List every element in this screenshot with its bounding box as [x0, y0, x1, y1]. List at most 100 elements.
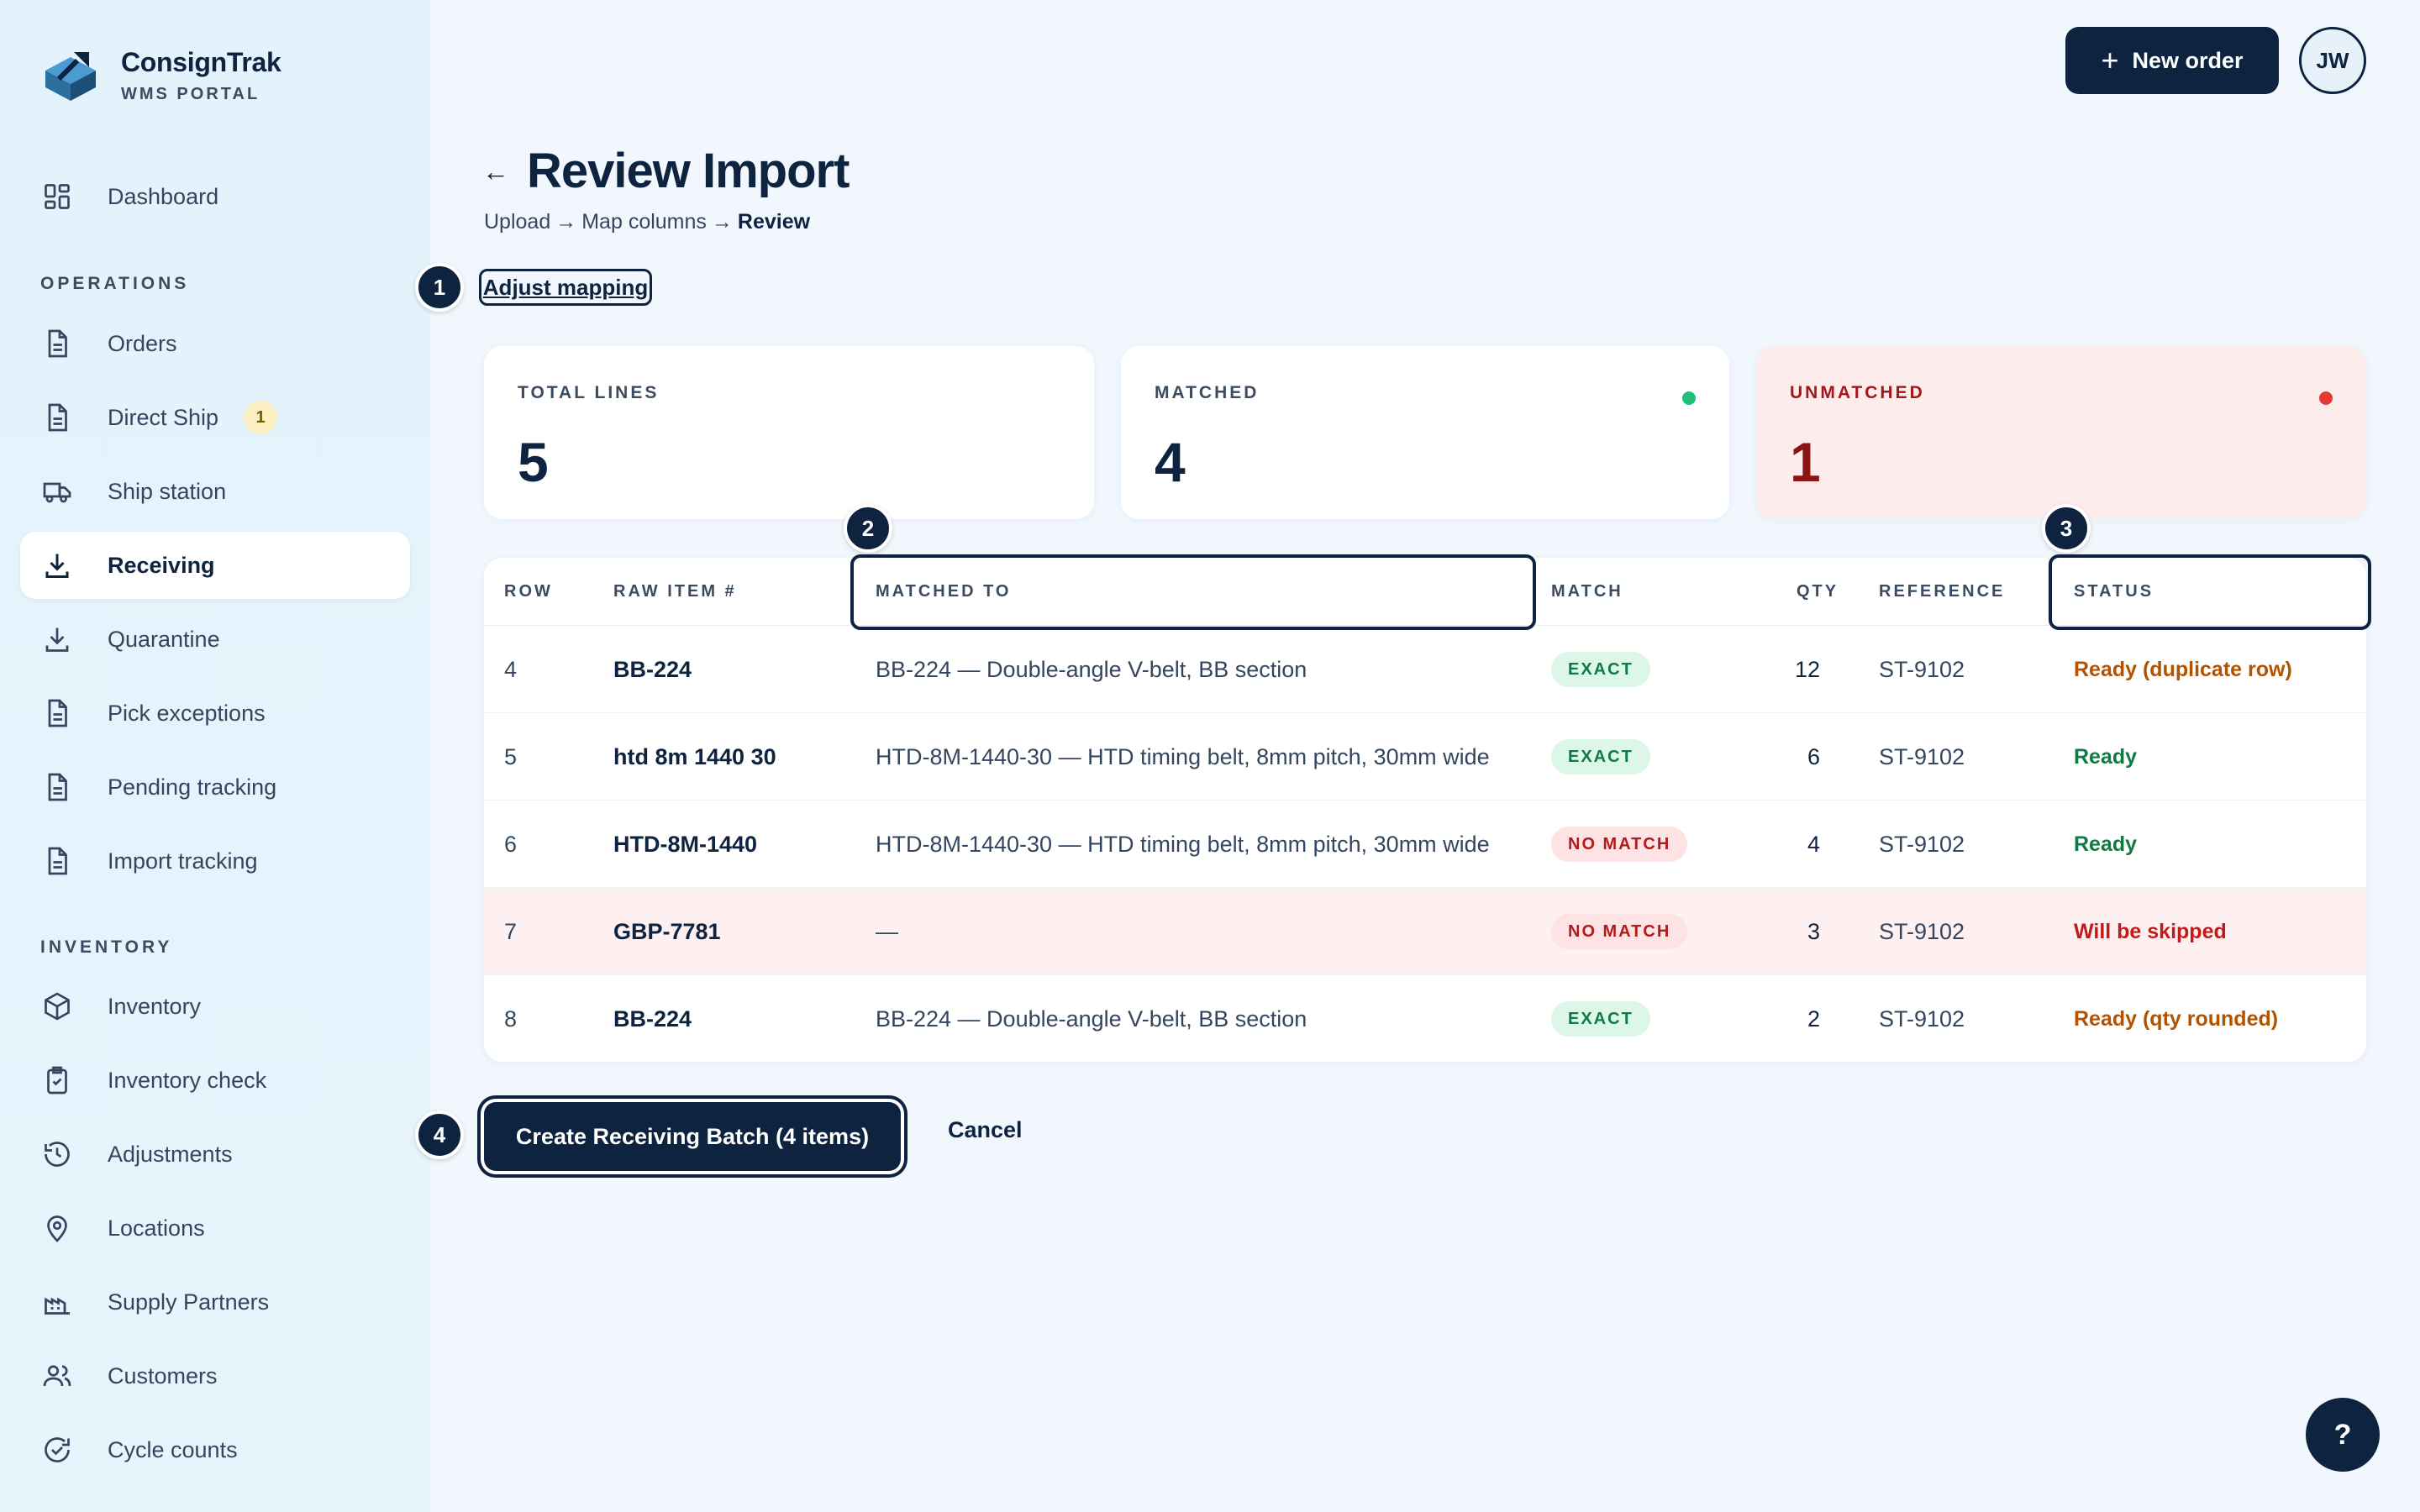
status-text: Will be skipped — [2074, 919, 2227, 943]
document-icon — [40, 844, 74, 878]
sidebar-item-import-tracking[interactable]: Import tracking — [20, 827, 410, 895]
factory-icon — [40, 1285, 74, 1319]
document-icon — [40, 401, 74, 434]
breadcrumb-map-columns: Map columns — [581, 210, 707, 234]
sidebar-item-inventory-check[interactable]: Inventory check — [20, 1047, 410, 1114]
map-pin-icon — [40, 1211, 74, 1245]
status-text: Ready — [2074, 744, 2138, 769]
sidebar-item-inventory[interactable]: Inventory — [20, 973, 410, 1040]
cell-match: NO MATCH — [1551, 888, 1688, 975]
table-row[interactable]: 8 BB-224 BB-224 — Double-angle V-belt, B… — [484, 975, 2366, 1062]
breadcrumb-upload: Upload — [484, 210, 551, 234]
sidebar-item-cycle-counts[interactable]: Cycle counts — [20, 1416, 410, 1483]
refresh-check-icon — [40, 1433, 74, 1467]
stat-label: UNMATCHED — [1790, 383, 1925, 402]
cell-status: Ready — [2074, 713, 2137, 801]
sidebar-item-label: Import tracking — [108, 848, 258, 874]
adjust-mapping-link[interactable]: Adjust mapping — [479, 269, 652, 306]
breadcrumb-separator: → — [555, 210, 577, 234]
sidebar-item-label: Pending tracking — [108, 774, 277, 800]
stat-card-unmatched: UNMATCHED 1 — [1756, 346, 2366, 519]
cell-matched-to: HTD-8M-1440-30 — HTD timing belt, 8mm pi… — [876, 743, 1490, 769]
sidebar-item-locations[interactable]: Locations — [20, 1194, 410, 1262]
cell-status: Ready (duplicate row) — [2074, 626, 2292, 713]
sidebar-item-label: Inventory — [108, 993, 202, 1019]
sidebar-item-adjustments[interactable]: Adjustments — [20, 1121, 410, 1188]
sidebar-item-receiving[interactable]: Receiving — [20, 532, 410, 599]
sidebar-item-supply-partners[interactable]: Supply Partners — [20, 1268, 410, 1336]
document-icon — [40, 696, 74, 730]
step-marker-3: 3 — [2042, 504, 2091, 553]
status-dot — [2319, 391, 2333, 405]
cell-reference: ST-9102 — [1879, 831, 1965, 857]
sidebar-item-orders[interactable]: Orders — [20, 310, 410, 377]
truck-icon — [40, 475, 74, 508]
step-marker-2: 2 — [844, 504, 892, 553]
document-icon — [40, 770, 74, 804]
highlight-status-column — [2049, 554, 2371, 630]
match-badge: NO MATCH — [1551, 827, 1688, 862]
create-receiving-batch-button[interactable]: Create Receiving Batch (4 items) — [484, 1102, 901, 1171]
cell-qty: 2 — [1807, 1005, 1820, 1032]
status-text: Ready (qty rounded) — [2074, 1006, 2279, 1031]
count-badge: 1 — [244, 401, 278, 434]
sidebar-item-quarantine[interactable]: Quarantine — [20, 606, 410, 673]
stat-value: 4 — [1155, 431, 1186, 493]
sidebar-item-label: Dashboard — [108, 183, 219, 209]
clipboard-check-icon — [40, 1063, 74, 1097]
new-order-button[interactable]: + New order — [2065, 27, 2279, 94]
cell-status: Will be skipped — [2074, 888, 2227, 975]
sidebar-item-pending-tracking[interactable]: Pending tracking — [20, 753, 410, 821]
sidebar: ConsignTrak WMS PORTAL Dashboard OPERATI… — [0, 0, 430, 1512]
stat-label: MATCHED — [1155, 383, 1260, 402]
sidebar-item-label: Customers — [108, 1362, 218, 1389]
users-icon — [40, 1359, 74, 1393]
sidebar-item-label: Orders — [108, 330, 177, 356]
history-icon — [40, 1137, 74, 1171]
sidebar-item-direct-ship[interactable]: Direct Ship 1 — [20, 384, 410, 451]
cell-qty: 4 — [1807, 831, 1820, 857]
document-icon — [40, 327, 74, 360]
download-icon — [40, 549, 74, 582]
breadcrumb-separator: → — [711, 210, 733, 234]
import-review-table: ROW RAW ITEM # MATCHED TO MATCH QTY REFE… — [484, 558, 2366, 1062]
column-header-row: ROW — [504, 581, 553, 601]
cell-matched-to: HTD-8M-1440-30 — HTD timing belt, 8mm pi… — [876, 831, 1490, 857]
page-title: Review Import — [527, 144, 850, 198]
cell-qty: 3 — [1807, 918, 1820, 944]
table-row[interactable]: 6 HTD-8M-1440 HTD-8M-1440-30 — HTD timin… — [484, 801, 2366, 888]
match-badge: EXACT — [1551, 1001, 1650, 1037]
sidebar-item-dashboard[interactable]: Dashboard — [20, 163, 410, 230]
stat-value: 5 — [518, 431, 549, 493]
sidebar-item-pick-exceptions[interactable]: Pick exceptions — [20, 680, 410, 747]
consigntrak-logo-icon — [45, 52, 96, 101]
cell-matched-to: — — [876, 918, 898, 944]
avatar[interactable]: JW — [2299, 27, 2366, 94]
download-icon — [40, 622, 74, 656]
cell-raw-item: BB-224 — [613, 656, 692, 682]
cell-raw-item: htd 8m 1440 30 — [613, 743, 776, 769]
cell-matched-to: BB-224 — Double-angle V-belt, BB section — [876, 656, 1307, 682]
stat-card-matched: MATCHED 4 — [1121, 346, 1729, 519]
column-header-raw-item: RAW ITEM # — [613, 581, 737, 601]
table-row[interactable]: 7 GBP-7781 — NO MATCH 3 ST-9102 Will be … — [484, 888, 2366, 975]
sidebar-item-customers[interactable]: Customers — [20, 1342, 410, 1410]
sidebar-item-label: Inventory check — [108, 1067, 267, 1093]
sidebar-item-label: Direct Ship — [108, 404, 219, 430]
back-arrow-icon[interactable]: ← — [482, 156, 509, 187]
cancel-button[interactable]: Cancel — [948, 1117, 1023, 1143]
sidebar-item-ship-station[interactable]: Ship station — [20, 458, 410, 525]
cell-status: Ready — [2074, 801, 2137, 888]
cell-match: EXACT — [1551, 713, 1650, 801]
help-button[interactable]: ? — [2306, 1398, 2380, 1472]
sidebar-item-label: Adjustments — [108, 1141, 233, 1167]
stat-value: 1 — [1790, 431, 1821, 493]
box-icon — [40, 990, 74, 1023]
step-marker-4: 4 — [415, 1110, 464, 1159]
column-header-reference: REFERENCE — [1879, 581, 2006, 601]
brand[interactable]: ConsignTrak WMS PORTAL — [40, 45, 281, 106]
match-badge: EXACT — [1551, 652, 1650, 687]
table-row[interactable]: 5 htd 8m 1440 30 HTD-8M-1440-30 — HTD ti… — [484, 713, 2366, 801]
cell-reference: ST-9102 — [1879, 1005, 1965, 1032]
table-row[interactable]: 4 BB-224 BB-224 — Double-angle V-belt, B… — [484, 626, 2366, 713]
